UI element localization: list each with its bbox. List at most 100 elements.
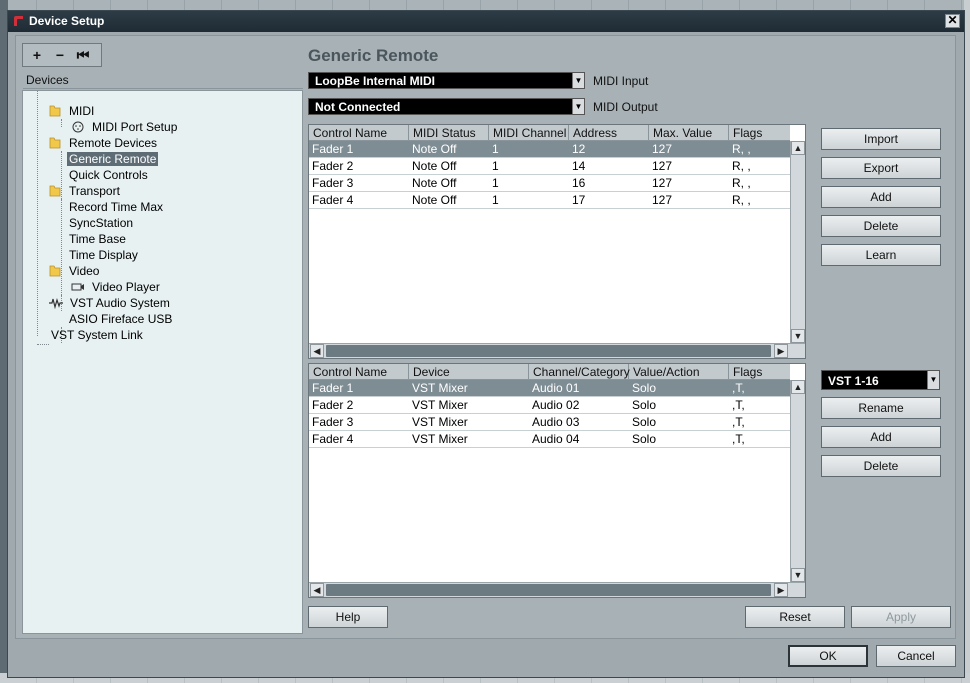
scroll-thumb[interactable]: [326, 345, 771, 357]
midi-output-label: MIDI Output: [593, 100, 658, 114]
tree-item-quick-controls[interactable]: Quick Controls: [67, 167, 150, 183]
table-header: Control Name MIDI Status MIDI Channel Ad…: [309, 125, 790, 141]
tree-item-midi[interactable]: MIDI: [49, 103, 96, 119]
tree-item-remote-devices[interactable]: Remote Devices: [49, 135, 159, 151]
table-header: Control Name Device Channel/Category Val…: [309, 364, 790, 380]
tree-item-syncstation[interactable]: SyncStation: [67, 215, 135, 231]
tree-item-time-display[interactable]: Time Display: [67, 247, 140, 263]
column-header[interactable]: Flags: [729, 125, 790, 141]
folder-icon: [49, 105, 61, 117]
bank-select[interactable]: VST 1-16 ▼: [821, 370, 940, 390]
column-header[interactable]: Value/Action: [629, 364, 729, 380]
delete-control-button[interactable]: Delete: [821, 215, 941, 237]
midi-controls-table: Control Name MIDI Status MIDI Channel Ad…: [308, 124, 806, 359]
window-title: Device Setup: [29, 14, 105, 28]
tree-item-video[interactable]: Video: [49, 263, 101, 279]
reset-button[interactable]: Reset: [745, 606, 845, 628]
panel-heading: Generic Remote: [308, 46, 439, 65]
vst-actions-table: Control Name Device Channel/Category Val…: [308, 363, 806, 598]
device-tree: MIDI MIDI Port Setup Remote Devices Gene…: [22, 90, 303, 634]
midi-input-label: MIDI Input: [593, 74, 649, 88]
add-control-button[interactable]: Add: [821, 186, 941, 208]
scroll-thumb[interactable]: [326, 584, 771, 596]
vertical-scrollbar[interactable]: ▲ ▼: [790, 141, 805, 343]
table-row[interactable]: Fader 4 VST Mixer Audio 04 Solo ,T,: [309, 431, 790, 448]
folder-icon: [49, 137, 61, 149]
chevron-down-icon: ▼: [572, 73, 584, 88]
midi-input-value: LoopBe Internal MIDI: [315, 74, 435, 88]
learn-button[interactable]: Learn: [821, 244, 941, 266]
table-row[interactable]: Fader 1 Note Off 1 12 127 R, ,: [309, 141, 790, 158]
scroll-left-icon[interactable]: ◀: [310, 583, 324, 597]
remove-device-button[interactable]: −: [49, 46, 71, 64]
tree-item-record-time-max[interactable]: Record Time Max: [67, 199, 165, 215]
tree-line: [61, 199, 62, 295]
horizontal-scrollbar[interactable]: ◀ ▶: [309, 343, 805, 358]
table-row[interactable]: Fader 2 VST Mixer Audio 02 Solo ,T,: [309, 397, 790, 414]
device-setup-window: Device Setup ✕ + − ⏮ Devices MIDI MIDI P…: [7, 10, 965, 678]
title-bar[interactable]: Device Setup ✕: [8, 11, 964, 32]
devices-header: Devices: [23, 73, 303, 89]
help-button[interactable]: Help: [308, 606, 388, 628]
tree-line: [37, 91, 38, 336]
midi-output-select[interactable]: Not Connected ▼: [308, 98, 585, 115]
add-bank-button[interactable]: Add: [821, 426, 941, 448]
add-device-button[interactable]: +: [26, 46, 48, 64]
midi-output-value: Not Connected: [315, 100, 401, 114]
chevron-down-icon: ▼: [927, 371, 939, 389]
tree-item-asio-fireface-usb[interactable]: ASIO Fireface USB: [67, 311, 174, 327]
tree-toolbar: + − ⏮: [22, 43, 102, 67]
column-header[interactable]: Channel/Category: [529, 364, 630, 380]
cubase-logo-icon: [14, 16, 23, 26]
scroll-up-icon[interactable]: ▲: [791, 141, 805, 155]
column-header[interactable]: Control Name: [309, 364, 409, 380]
column-header[interactable]: Address: [569, 125, 649, 141]
midi-input-select[interactable]: LoopBe Internal MIDI ▼: [308, 72, 585, 89]
delete-bank-button[interactable]: Delete: [821, 455, 941, 477]
column-header[interactable]: MIDI Channel: [489, 125, 569, 141]
column-header[interactable]: Max. Value: [649, 125, 729, 141]
column-header[interactable]: Control Name: [309, 125, 409, 141]
ok-button[interactable]: OK: [788, 645, 868, 667]
tree-item-transport[interactable]: Transport: [49, 183, 122, 199]
tree-item-midi-port-setup[interactable]: MIDI Port Setup: [71, 119, 179, 135]
video-icon: [71, 283, 84, 291]
table-row[interactable]: Fader 3 VST Mixer Audio 03 Solo ,T,: [309, 414, 790, 431]
tree-item-generic-remote[interactable]: Generic Remote: [67, 151, 159, 167]
chevron-down-icon: ▼: [572, 99, 584, 114]
vertical-scrollbar[interactable]: ▲ ▼: [790, 380, 805, 582]
tree-item-video-player[interactable]: Video Player: [71, 279, 162, 295]
export-button[interactable]: Export: [821, 157, 941, 179]
scroll-right-icon[interactable]: ▶: [774, 344, 788, 358]
scroll-left-icon[interactable]: ◀: [310, 344, 324, 358]
column-header[interactable]: Flags: [729, 364, 790, 380]
midi-port-icon: [72, 121, 84, 133]
table-row[interactable]: Fader 3 Note Off 1 16 127 R, ,: [309, 175, 790, 192]
tree-item-vst-system-link[interactable]: VST System Link: [49, 327, 145, 343]
import-button[interactable]: Import: [821, 128, 941, 150]
cancel-button[interactable]: Cancel: [876, 645, 956, 667]
reset-device-button[interactable]: ⏮: [72, 46, 94, 64]
tree-line: [61, 119, 62, 127]
folder-icon: [49, 265, 61, 277]
tree-item-time-base[interactable]: Time Base: [67, 231, 128, 247]
scroll-right-icon[interactable]: ▶: [774, 583, 788, 597]
column-header[interactable]: Device: [409, 364, 529, 380]
folder-icon: [49, 185, 61, 197]
tree-line: [37, 344, 49, 345]
dialog-content: + − ⏮ Devices MIDI MIDI Port Setup Remot…: [15, 35, 956, 639]
rename-bank-button[interactable]: Rename: [821, 397, 941, 419]
scroll-up-icon[interactable]: ▲: [791, 380, 805, 394]
table-row[interactable]: Fader 4 Note Off 1 17 127 R, ,: [309, 192, 790, 209]
tree-item-vst-audio-system[interactable]: VST Audio System: [49, 295, 172, 311]
audio-system-icon: [49, 297, 63, 309]
bank-value: VST 1-16: [828, 374, 879, 388]
scroll-down-icon[interactable]: ▼: [791, 329, 805, 343]
column-header[interactable]: MIDI Status: [409, 125, 489, 141]
close-button[interactable]: ✕: [945, 14, 960, 28]
table-row[interactable]: Fader 2 Note Off 1 14 127 R, ,: [309, 158, 790, 175]
scroll-down-icon[interactable]: ▼: [791, 568, 805, 582]
apply-button[interactable]: Apply: [851, 606, 951, 628]
table-row[interactable]: Fader 1 VST Mixer Audio 01 Solo ,T,: [309, 380, 790, 397]
horizontal-scrollbar[interactable]: ◀ ▶: [309, 582, 805, 597]
